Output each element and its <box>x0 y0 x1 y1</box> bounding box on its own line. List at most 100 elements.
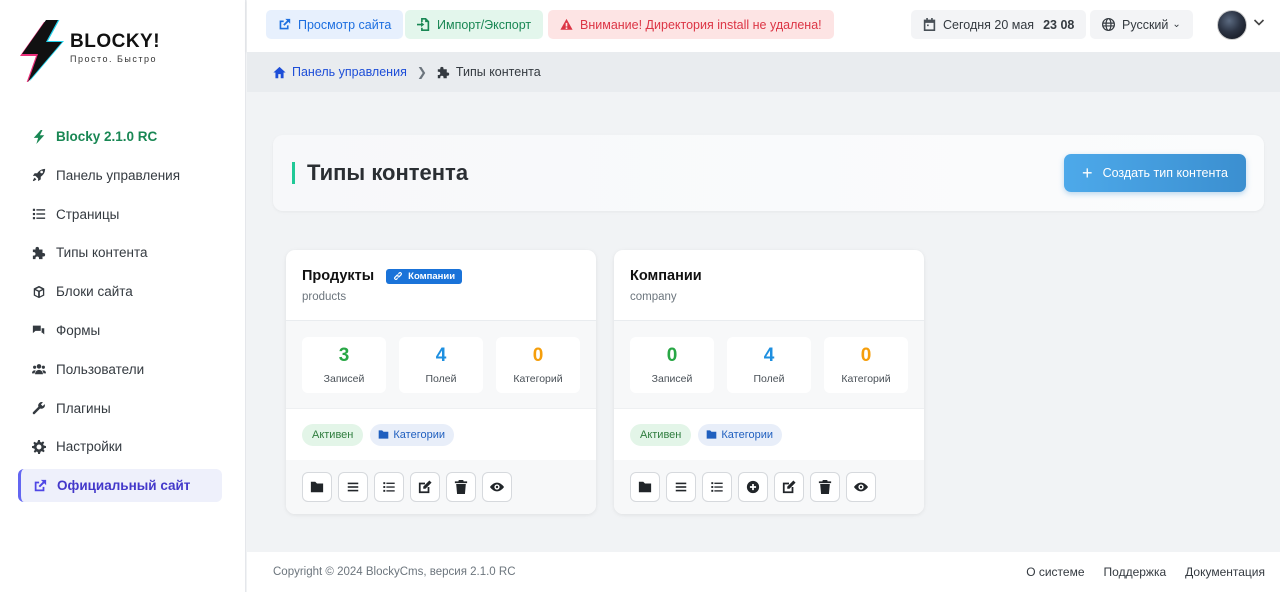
card-badges: Активен Категории <box>286 409 596 460</box>
trash-icon <box>818 480 832 494</box>
create-content-type-button[interactable]: + Создать тип контента <box>1064 154 1246 192</box>
chevron-down-icon[interactable] <box>1253 16 1265 28</box>
sidebar-item-label: Плагины <box>56 400 111 416</box>
plus-circle-icon <box>746 480 760 494</box>
sidebar-nav: Blocky 2.1.0 RC Панель управления Страни… <box>18 120 222 508</box>
file-import-icon <box>417 18 430 31</box>
card-actions <box>286 460 596 514</box>
view-button[interactable] <box>846 472 876 502</box>
footer: Copyright © 2024 BlockyCms, версия 2.1.0… <box>247 552 1280 592</box>
stat-records: 3 Записей <box>302 337 386 393</box>
date-display: Сегодня 20 мая 23 08 <box>911 10 1087 39</box>
comments-icon <box>32 323 46 337</box>
card-actions <box>614 460 924 514</box>
user-avatar[interactable] <box>1217 10 1247 40</box>
logo[interactable]: BLOCKY! Просто. Быстро <box>20 20 160 82</box>
sidebar-item-label: Пользователи <box>56 361 145 377</box>
brand-title: BLOCKY! <box>70 31 161 52</box>
eye-icon <box>490 482 504 492</box>
sidebar-item-version[interactable]: Blocky 2.1.0 RC <box>18 120 222 153</box>
brand-subtitle: Просто. Быстро <box>70 54 158 64</box>
edit-icon <box>782 480 796 494</box>
stat-categories: 0 Категорий <box>496 337 580 393</box>
footer-link-support[interactable]: Поддержка <box>1104 565 1167 579</box>
users-icon <box>32 362 46 376</box>
card-stats: 3 Записей 4 Полей 0 Категорий <box>286 321 596 409</box>
language-selector[interactable]: Русский ⌄ <box>1090 10 1193 39</box>
sidebar-item-label: Blocky 2.1.0 RC <box>56 129 158 144</box>
card-badges: Активен Категории <box>614 409 924 460</box>
sidebar-item-users[interactable]: Пользователи <box>18 353 222 386</box>
categories-button[interactable] <box>630 472 660 502</box>
stat-fields: 4 Полей <box>727 337 811 393</box>
sidebar-item-content-types[interactable]: Типы контента <box>18 236 222 269</box>
calendar-icon <box>923 18 936 31</box>
external-link-icon <box>33 479 47 493</box>
footer-link-about[interactable]: О системе <box>1026 565 1084 579</box>
page-header: Типы контента + Создать тип контента <box>273 135 1264 211</box>
add-record-button[interactable] <box>738 472 768 502</box>
card-title: Компании <box>630 268 702 284</box>
stat-records: 0 Записей <box>630 337 714 393</box>
plus-icon: + <box>1082 163 1093 183</box>
breadcrumb-home-link[interactable]: Панель управления <box>273 65 407 79</box>
footer-link-docs[interactable]: Документация <box>1185 565 1265 579</box>
folder-icon <box>379 430 389 439</box>
sidebar-item-label: Формы <box>56 322 101 338</box>
status-badge: Активен <box>630 423 692 446</box>
sidebar-item-label: Страницы <box>56 206 120 222</box>
breadcrumb: Панель управления ❯ Типы контента <box>247 52 1280 92</box>
card-title: Продукты <box>302 268 375 284</box>
sidebar-item-dashboard[interactable]: Панель управления <box>18 159 222 192</box>
home-icon <box>273 66 286 78</box>
eye-icon <box>854 482 868 492</box>
edit-button[interactable] <box>410 472 440 502</box>
stat-categories: 0 Категорий <box>824 337 908 393</box>
folder-icon <box>707 430 717 439</box>
install-warning-alert[interactable]: Внимание! Директория install не удалена! <box>548 10 834 39</box>
folder-icon <box>310 481 324 493</box>
content-type-card-company: Компании company 0 Записей 4 Полей 0 Кат… <box>614 250 924 514</box>
breadcrumb-current: Типы контента <box>437 65 541 79</box>
puzzle-icon <box>32 246 46 260</box>
delete-button[interactable] <box>810 472 840 502</box>
records-button[interactable] <box>338 472 368 502</box>
external-link-icon <box>279 18 291 30</box>
relation-badge[interactable]: Компании <box>386 268 463 284</box>
bars-icon <box>347 482 359 492</box>
sidebar-item-forms[interactable]: Формы <box>18 314 222 347</box>
copyright-text: Copyright © 2024 BlockyCms, версия 2.1.0… <box>273 566 516 578</box>
view-site-button[interactable]: Просмотр сайта <box>266 10 404 39</box>
sidebar-item-pages[interactable]: Страницы <box>18 198 222 231</box>
sidebar-item-official-site[interactable]: Официальный сайт <box>18 469 222 503</box>
trash-icon <box>454 480 468 494</box>
sidebar-item-label: Настройки <box>56 439 123 455</box>
fields-button[interactable] <box>702 472 732 502</box>
delete-button[interactable] <box>446 472 476 502</box>
sidebar-item-label: Блоки сайта <box>56 284 133 300</box>
globe-icon <box>1102 18 1115 31</box>
sidebar-item-settings[interactable]: Настройки <box>18 430 222 463</box>
sidebar-item-blocks[interactable]: Блоки сайта <box>18 275 222 308</box>
records-button[interactable] <box>666 472 696 502</box>
sidebar-item-plugins[interactable]: Плагины <box>18 392 222 425</box>
chevron-down-icon: ⌄ <box>1172 19 1181 30</box>
bolt-icon <box>32 129 46 144</box>
categories-badge: Категории <box>698 423 782 446</box>
view-button[interactable] <box>482 472 512 502</box>
edit-button[interactable] <box>774 472 804 502</box>
bars-icon <box>675 482 687 492</box>
folder-icon <box>638 481 652 493</box>
edit-icon <box>418 480 432 494</box>
footer-links: О системе Поддержка Документация <box>1026 552 1265 592</box>
puzzle-icon <box>437 66 450 78</box>
link-icon <box>394 272 403 280</box>
categories-badge: Категории <box>370 423 454 446</box>
categories-button[interactable] <box>302 472 332 502</box>
import-export-button[interactable]: Импорт/Экспорт <box>405 10 544 39</box>
card-slug: products <box>302 291 347 303</box>
stat-fields: 4 Полей <box>399 337 483 393</box>
sidebar: BLOCKY! Просто. Быстро Blocky 2.1.0 RC П… <box>0 0 246 592</box>
fields-button[interactable] <box>374 472 404 502</box>
time-display: 23 08 <box>1043 17 1075 32</box>
